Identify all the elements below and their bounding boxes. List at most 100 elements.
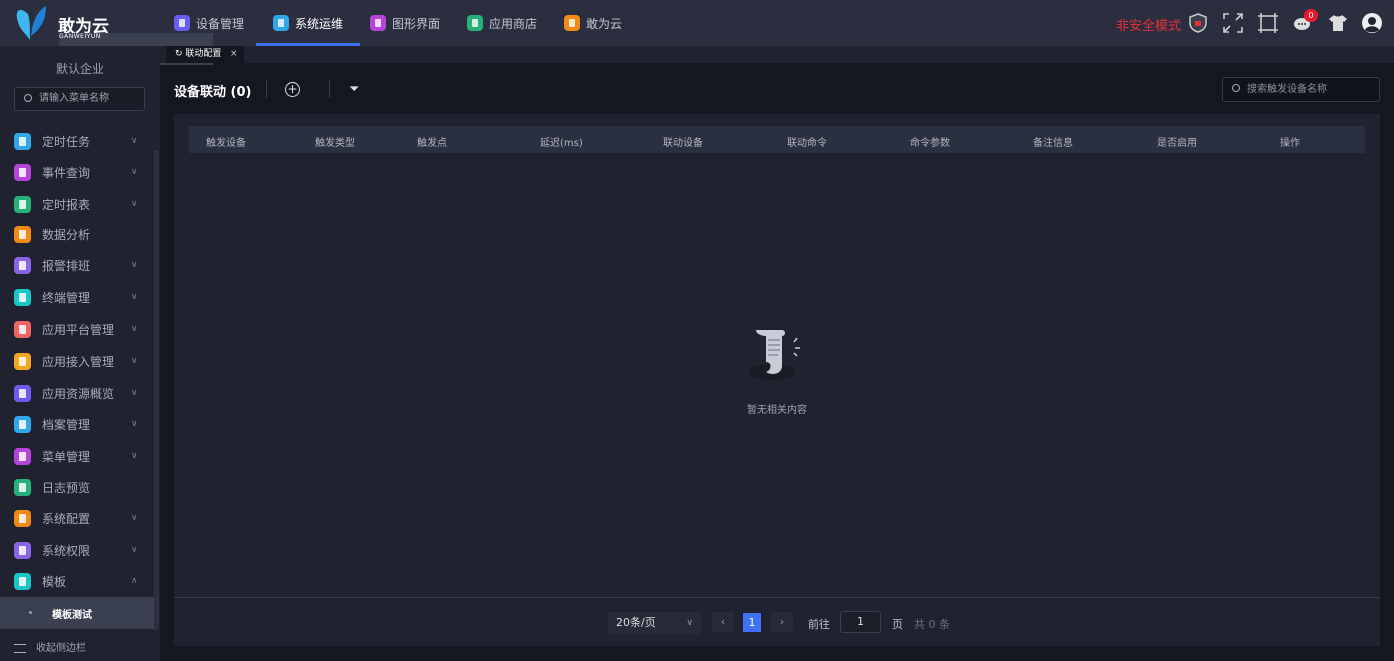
nav-tab-system-ops[interactable]: 系统运维: [255, 0, 361, 46]
sidebar-item[interactable]: 系统配置 ∨: [0, 503, 154, 533]
divider: [266, 80, 267, 98]
sidebar-item[interactable]: 报警排班 ∨: [0, 250, 154, 280]
sidebar-subitem-template-test[interactable]: 模板测试: [0, 597, 154, 629]
sidebar-item-label: 应用平台管理: [42, 322, 115, 337]
sidebar-item-label: 菜单管理: [42, 449, 91, 464]
page-size-value: 20条/页: [616, 616, 656, 629]
sidebar-item[interactable]: 菜单管理 ∨: [0, 441, 154, 471]
collapse-label: 收起侧边栏: [36, 643, 86, 654]
sidebar: 默认企业 请输入菜单名称 定时任务 ∨ 事件查询 ∨ 定时报表 ∨ 数据分析 报警排班 ∨ 终端管…: [0, 46, 160, 661]
menu-item-icon: [14, 384, 31, 402]
sidebar-item-label: 定时报表: [42, 197, 91, 212]
filter-icon[interactable]: ⏷: [349, 82, 359, 97]
nav-tab-graphics[interactable]: 图形界面: [370, 0, 440, 46]
page-tab-label: 联动配置: [185, 49, 222, 59]
sidebar-scrollbar[interactable]: [154, 150, 159, 630]
nav-tab-label: 系统运维: [295, 16, 344, 31]
sidebar-item[interactable]: 应用资源概览 ∨: [0, 378, 154, 408]
collapse-sidebar-button[interactable]: 收起侧边栏: [14, 639, 86, 654]
sidebar-item[interactable]: 档案管理 ∨: [0, 409, 154, 439]
sidebar-item[interactable]: 系统权限 ∨: [0, 535, 154, 565]
page-word: 页: [892, 618, 903, 631]
page-tab-linkage-config[interactable]: ↻ 联动配置 ×: [166, 46, 244, 63]
goto-page-input[interactable]: 1: [840, 611, 881, 633]
subitem-label: 模板测试: [52, 610, 92, 621]
search-icon: [24, 94, 32, 102]
refresh-icon[interactable]: ↻: [175, 49, 185, 59]
logo[interactable]: 敢为云 GANWEIYUN: [14, 4, 213, 65]
next-page-button[interactable]: ›: [771, 612, 793, 632]
menu-item-icon: [14, 320, 31, 338]
butterfly-logo-icon: [16, 6, 46, 40]
empty-text: 暂无相关内容: [747, 405, 807, 416]
menu-item-icon: [14, 478, 31, 496]
sidebar-item[interactable]: 数据分析: [0, 219, 154, 249]
sidebar-item-label: 定时任务: [42, 134, 91, 149]
menu-item-icon: [14, 352, 31, 370]
menu-item-icon: [14, 447, 31, 465]
column-header: 联动命令: [787, 138, 827, 149]
fullscreen-icon[interactable]: [1222, 12, 1244, 34]
nav-tab-app-store[interactable]: 应用商店: [467, 0, 537, 46]
chevron-down-icon: ∨: [131, 292, 138, 302]
sidebar-item[interactable]: 终端管理 ∨: [0, 282, 154, 312]
chevron-down-icon: ∨: [131, 356, 138, 366]
current-page-button[interactable]: 1: [743, 613, 761, 632]
nav-tab-ganweiyun[interactable]: 敢为云: [564, 0, 622, 46]
store-icon: [467, 15, 483, 31]
goto-label: 前往: [808, 618, 830, 631]
chevron-up-icon: ∧: [131, 576, 138, 586]
sidebar-item[interactable]: 日志预览: [0, 472, 154, 502]
divider: [329, 80, 330, 98]
sidebar-item[interactable]: 模板 ∧: [0, 566, 154, 596]
chevron-down-icon: ∨: [131, 260, 138, 270]
cloud-icon: [564, 15, 580, 31]
user-avatar-icon[interactable]: [1361, 12, 1383, 34]
page-tab-bar: ↻ 联动配置 ×: [160, 46, 1394, 63]
table-header: 触发设备 触发类型 触发点 延迟(ms) 联动设备 联动命令 命令参数 备注信息 是否启用 操作: [189, 126, 1365, 153]
sidebar-item-label: 应用资源概览: [42, 386, 115, 401]
nav-tab-label: 设备管理: [196, 16, 245, 31]
page-size-select[interactable]: 20条/页 ∨: [608, 612, 701, 634]
sidebar-item-label: 系统配置: [42, 511, 91, 526]
sidebar-item[interactable]: 应用接入管理 ∨: [0, 346, 154, 376]
chevron-down-icon: ∨: [131, 451, 138, 461]
search-placeholder: 请输入菜单名称: [39, 93, 109, 104]
chevron-down-icon: ∨: [131, 324, 138, 334]
add-button[interactable]: +: [285, 82, 300, 97]
menu-item-icon: [14, 163, 31, 181]
menu-search-input[interactable]: 请输入菜单名称: [14, 87, 145, 111]
sidebar-item[interactable]: 定时报表 ∨: [0, 189, 154, 219]
wrench-icon: [273, 15, 289, 31]
chevron-down-icon: ∨: [131, 513, 138, 523]
chevron-down-icon: ∨: [131, 388, 138, 398]
search-icon: [1232, 84, 1240, 92]
column-header: 延迟(ms): [540, 138, 583, 149]
sidebar-item[interactable]: 事件查询 ∨: [0, 157, 154, 187]
collapse-icon: [14, 643, 26, 653]
sidebar-item-label: 系统权限: [42, 543, 91, 558]
theme-shirt-icon[interactable]: [1327, 12, 1349, 34]
shield-alarm-icon[interactable]: [1187, 12, 1209, 34]
column-header: 触发类型: [315, 138, 355, 149]
column-header: 备注信息: [1033, 138, 1073, 149]
total-count: 共 0 条: [914, 618, 950, 631]
sidebar-item-label: 数据分析: [42, 227, 91, 242]
close-icon[interactable]: ×: [230, 46, 238, 63]
prev-page-button[interactable]: ‹: [712, 612, 734, 632]
sidebar-item[interactable]: 应用平台管理 ∨: [0, 314, 154, 344]
table-panel: 触发设备 触发类型 触发点 延迟(ms) 联动设备 联动命令 命令参数 备注信息 是否启用 操作 …: [174, 114, 1380, 646]
nav-tab-device-management[interactable]: 设备管理: [174, 0, 244, 46]
chevron-down-icon: ∨: [131, 136, 138, 146]
sidebar-item-label: 报警排班: [42, 258, 91, 273]
sidebar-item[interactable]: 定时任务 ∨: [0, 126, 154, 156]
menu-item-icon: [14, 415, 31, 433]
screen-frame-icon[interactable]: [1257, 12, 1279, 34]
menu-item-icon: [14, 288, 31, 306]
device-search-input[interactable]: 搜索触发设备名称: [1222, 77, 1380, 102]
column-header: 触发设备: [206, 138, 246, 149]
menu-item-icon: [14, 509, 31, 527]
menu-item-icon: [14, 195, 31, 213]
column-header: 触发点: [417, 138, 447, 149]
unsafe-mode-label[interactable]: 非安全模式: [1116, 15, 1181, 34]
